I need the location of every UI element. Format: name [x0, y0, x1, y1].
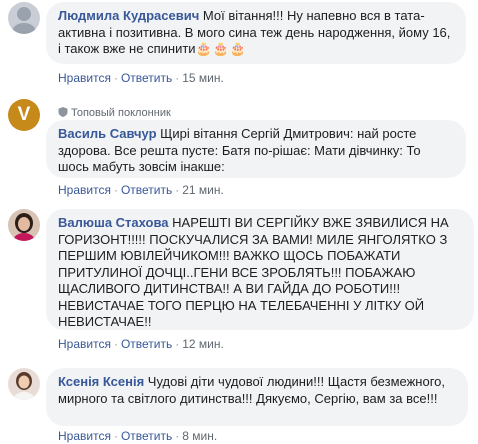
like-link[interactable]: Нравится — [58, 71, 111, 85]
reply-link[interactable]: Ответить — [121, 337, 172, 351]
like-link[interactable]: Нравится — [58, 337, 111, 351]
reply-link[interactable]: Ответить — [121, 429, 172, 443]
comment-bubble: Людмила Кудрасевич Мої вітання!!! Ну нап… — [46, 2, 466, 64]
avatar[interactable] — [8, 2, 40, 34]
comment-author[interactable]: Ксенія Ксенія — [58, 374, 144, 389]
reply-link[interactable]: Ответить — [121, 71, 172, 85]
comment-time[interactable]: 12 мин. — [182, 337, 224, 351]
comment-actions: Нравится · Ответить · 8 мин. — [58, 429, 218, 443]
avatar[interactable] — [8, 209, 40, 241]
top-fan-badge: Топовый поклонник — [58, 106, 171, 120]
comment-actions: Нравится · Ответить · 12 мин. — [58, 337, 224, 351]
comment-bubble: Ксенія Ксенія Чудові діти чудової людини… — [46, 368, 468, 426]
comment-actions: Нравится · Ответить · 15 мин. — [58, 71, 224, 85]
shield-icon — [58, 107, 68, 117]
cake-emoji-icon: 🎂🎂🎂 — [195, 41, 248, 56]
comment-author[interactable]: Василь Савчур — [58, 126, 157, 141]
avatar[interactable]: V — [8, 99, 40, 131]
badge-label: Топовый поклонник — [71, 107, 171, 119]
comment-time[interactable]: 15 мин. — [182, 71, 224, 85]
comment-text: НАРЕШТІ ВИ СЕРГІЙКУ ВЖЕ ЗЯВИЛИСЯ НА ГОРИ… — [58, 215, 449, 329]
comment-bubble: Валюша Стахова НАРЕШТІ ВИ СЕРГІЙКУ ВЖЕ З… — [46, 209, 474, 330]
comment-time[interactable]: 21 мин. — [182, 183, 224, 197]
comment-author[interactable]: Людмила Кудрасевич — [58, 8, 199, 23]
comment-author[interactable]: Валюша Стахова — [58, 215, 169, 230]
avatar-letter: V — [17, 104, 31, 125]
like-link[interactable]: Нравится — [58, 183, 111, 197]
comment-time[interactable]: 8 мин. — [182, 429, 217, 443]
comment-actions: Нравится · Ответить · 21 мин. — [58, 183, 224, 197]
avatar[interactable] — [8, 368, 40, 400]
reply-link[interactable]: Ответить — [121, 183, 172, 197]
like-link[interactable]: Нравится — [58, 429, 111, 443]
comment-bubble: Василь Савчур Щирі вітання Сергій Дмитро… — [46, 120, 466, 178]
